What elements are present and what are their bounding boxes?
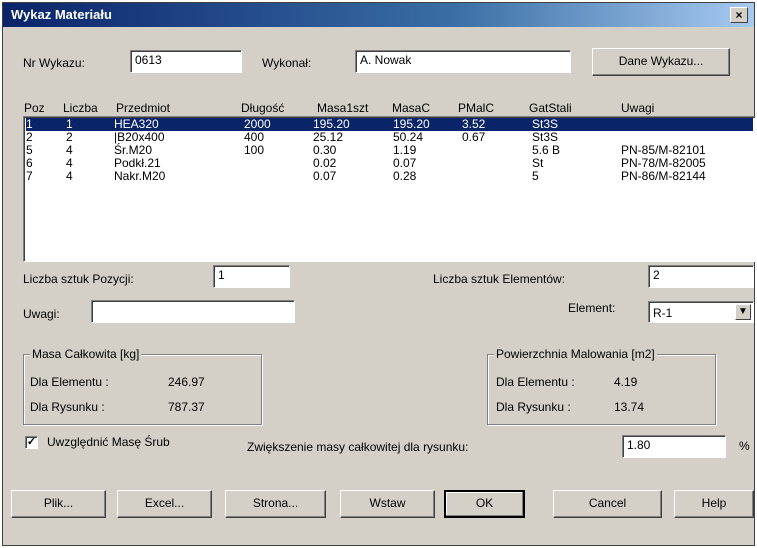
zwiekszenie-input[interactable]: 1.80 xyxy=(622,435,726,458)
cell-masac: 0.28 xyxy=(393,169,417,183)
cell-liczba: 4 xyxy=(66,169,73,183)
powierzchnia-group: Powierzchnia Malowania [m2] Dla Elementu… xyxy=(487,347,716,425)
chevron-down-icon[interactable]: ▼ xyxy=(735,304,751,320)
excel-button[interactable]: Excel... xyxy=(117,490,212,518)
masa-calkowita-group: Masa Całkowita [kg] Dla Elementu : 246.9… xyxy=(23,347,262,425)
element-select[interactable]: R-1 ▼ xyxy=(648,301,754,323)
cell-dlugosc: 100 xyxy=(244,143,265,157)
help-button[interactable]: Help xyxy=(674,490,754,518)
ok-button[interactable]: OK xyxy=(444,490,525,518)
masa-dla-rysunku-label: Dla Rysunku : xyxy=(30,400,105,414)
col-masa1szt[interactable]: Masa1szt xyxy=(317,101,368,115)
masa-dla-elementu-label: Dla Elementu : xyxy=(30,375,109,389)
col-przedmiot[interactable]: Przedmiot xyxy=(116,101,170,115)
wykonal-input[interactable]: A. Nowak xyxy=(355,50,571,73)
pow-dla-elementu-value: 4.19 xyxy=(614,375,638,389)
window-title: Wykaz Materiału xyxy=(11,7,112,22)
col-dlugosc[interactable]: Długość xyxy=(241,101,284,115)
col-masac[interactable]: MasaC xyxy=(392,101,430,115)
cancel-button[interactable]: Cancel xyxy=(553,490,662,518)
strona-button[interactable]: Strona... xyxy=(225,490,326,518)
nr-wykazu-input[interactable]: 0613 xyxy=(130,50,242,73)
cell-przedmiot: Nakr.M20 xyxy=(114,169,166,183)
col-liczba[interactable]: Liczba xyxy=(63,101,98,115)
plik-button[interactable]: Plik... xyxy=(11,490,106,518)
cell-poz: 7 xyxy=(26,169,33,183)
liczba-pozycji-label: Liczba sztuk Pozycji: xyxy=(23,272,134,286)
nr-wykazu-label: Nr Wykazu: xyxy=(23,56,85,70)
col-poz[interactable]: Poz xyxy=(24,101,45,115)
liczba-elementow-input[interactable]: 2 xyxy=(648,265,754,288)
powierzchnia-legend: Powierzchnia Malowania [m2] xyxy=(494,347,657,361)
dane-wykazu-button[interactable]: Dane Wykazu... xyxy=(592,48,730,76)
liczba-elementow-label: Liczba sztuk Elementów: xyxy=(433,272,566,286)
pow-dla-rysunku-label: Dla Rysunku : xyxy=(496,400,571,414)
liczba-pozycji-input[interactable]: 1 xyxy=(213,265,290,288)
table-row[interactable]: 7 4 Nakr.M20 0.07 0.28 5 PN-86/M-82144 xyxy=(26,170,753,183)
cell-gatstali: 5 xyxy=(532,169,539,183)
masa-dla-elementu-value: 246.97 xyxy=(168,375,205,389)
cell-uwagi: PN-86/M-82144 xyxy=(621,169,706,183)
percent-label: % xyxy=(739,439,750,453)
col-uwagi[interactable]: Uwagi xyxy=(621,101,654,115)
wykonal-label: Wykonał: xyxy=(262,56,312,70)
title-bar[interactable]: Wykaz Materiału × xyxy=(3,3,754,27)
dialog-window: Wykaz Materiału × Nr Wykazu: 0613 Wykona… xyxy=(2,2,756,546)
close-icon[interactable]: × xyxy=(730,7,748,23)
element-label: Element: xyxy=(568,301,616,315)
pow-dla-rysunku-value: 13.74 xyxy=(614,400,645,414)
uwzglednic-label[interactable]: Uwzględnić Masę Śrub xyxy=(47,435,170,449)
uwagi-input[interactable] xyxy=(91,300,295,323)
cell-pmalc: 0.67 xyxy=(462,130,486,144)
element-select-value: R-1 xyxy=(653,306,673,320)
wstaw-button[interactable]: Wstaw xyxy=(340,490,435,518)
uwzglednic-checkbox[interactable]: ✓ xyxy=(25,436,38,449)
uwagi-label: Uwagi: xyxy=(23,307,60,321)
col-gatstali[interactable]: GatStali xyxy=(529,101,572,115)
masa-dla-rysunku-value: 787.37 xyxy=(168,400,205,414)
zwiekszenie-label: Zwiększenie masy całkowitej dla rysunku: xyxy=(247,440,469,454)
cell-masa1szt: 0.07 xyxy=(313,169,337,183)
material-list[interactable]: 1 1 HEA320 2000 195.20 195.20 3.52 St3S … xyxy=(23,116,756,262)
col-pmalc[interactable]: PMalC xyxy=(458,101,494,115)
masa-calkowita-legend: Masa Całkowita [kg] xyxy=(30,347,142,361)
pow-dla-elementu-label: Dla Elementu : xyxy=(496,375,575,389)
